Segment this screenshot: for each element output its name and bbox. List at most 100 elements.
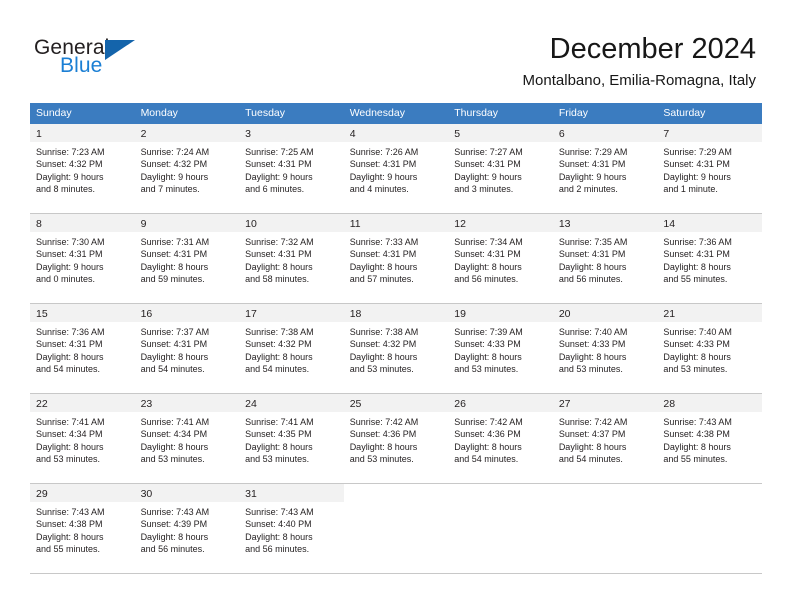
day-number: 24	[245, 398, 257, 410]
daylight-text-line1: Daylight: 8 hours	[36, 531, 104, 542]
daylight-text-line2: and 57 minutes.	[349, 273, 414, 284]
sunrise-text: Sunrise: 7:41 AM	[36, 417, 105, 427]
day-cell[interactable]: 16 Sunrise: 7:37 AM Sunset: 4:31 PM Dayl…	[134, 304, 240, 393]
sunset-text: Sunset: 4:34 PM	[140, 429, 208, 440]
day-cell[interactable]: 18 Sunrise: 7:38 AM Sunset: 4:32 PM Dayl…	[343, 304, 449, 393]
day-cell[interactable]: 14 Sunrise: 7:36 AM Sunset: 4:31 PM Dayl…	[657, 214, 762, 303]
day-cell[interactable]: 25 Sunrise: 7:42 AM Sunset: 4:36 PM Dayl…	[343, 394, 449, 483]
day-number: 12	[454, 218, 466, 230]
day-info: Sunrise: 7:27 AM Sunset: 4:31 PM Dayligh…	[448, 142, 553, 195]
day-cell[interactable]: 17 Sunrise: 7:38 AM Sunset: 4:32 PM Dayl…	[239, 304, 344, 393]
daylight-text-line1: Daylight: 8 hours	[349, 441, 418, 452]
day-cell[interactable]: 20 Sunrise: 7:40 AM Sunset: 4:33 PM Dayl…	[552, 304, 658, 393]
sunset-text: Sunset: 4:31 PM	[349, 249, 417, 260]
sunset-text: Sunset: 4:38 PM	[36, 519, 103, 530]
day-info: Sunrise: 7:23 AM Sunset: 4:32 PM Dayligh…	[30, 142, 135, 195]
day-number-band: 20	[552, 304, 658, 322]
day-cell[interactable]: 24 Sunrise: 7:41 AM Sunset: 4:35 PM Dayl…	[239, 394, 344, 483]
daylight-text-line1: Daylight: 8 hours	[454, 351, 522, 362]
daylight-text-line1: Daylight: 9 hours	[140, 171, 209, 182]
weekday-header-friday: Friday	[558, 107, 588, 119]
daylight-text-line1: Daylight: 8 hours	[140, 351, 209, 362]
day-info: Sunrise: 7:30 AM Sunset: 4:31 PM Dayligh…	[30, 232, 135, 285]
daylight-text-line1: Daylight: 8 hours	[140, 441, 209, 452]
page-title: December 2024	[549, 33, 756, 65]
logo-triangle-icon	[105, 40, 135, 60]
day-cell[interactable]: 19 Sunrise: 7:39 AM Sunset: 4:33 PM Dayl…	[448, 304, 553, 393]
daylight-text-line2: and 55 minutes.	[36, 543, 101, 554]
day-cell-empty	[343, 484, 449, 573]
daylight-text-line1: Daylight: 8 hours	[558, 441, 627, 452]
sunrise-text: Sunrise: 7:38 AM	[245, 327, 314, 337]
daylight-text-line2: and 1 minute.	[663, 183, 718, 194]
daylight-text-line2: and 56 minutes.	[558, 273, 623, 284]
day-cell[interactable]: 21 Sunrise: 7:40 AM Sunset: 4:33 PM Dayl…	[657, 304, 762, 393]
day-number: 22	[36, 398, 48, 410]
day-number: 14	[663, 218, 676, 230]
day-cell[interactable]: 2 Sunrise: 7:24 AM Sunset: 4:32 PM Dayli…	[134, 124, 240, 213]
day-cell[interactable]: 27 Sunrise: 7:42 AM Sunset: 4:37 PM Dayl…	[552, 394, 658, 483]
sunset-text: Sunset: 4:37 PM	[558, 429, 626, 440]
day-info: Sunrise: 7:29 AM Sunset: 4:31 PM Dayligh…	[657, 142, 762, 195]
daylight-text-line1: Daylight: 8 hours	[140, 261, 209, 272]
day-cell-empty	[448, 484, 553, 573]
day-cell[interactable]: 28 Sunrise: 7:43 AM Sunset: 4:38 PM Dayl…	[657, 394, 762, 483]
day-info: Sunrise: 7:33 AM Sunset: 4:31 PM Dayligh…	[344, 232, 449, 285]
day-info: Sunrise: 7:43 AM Sunset: 4:38 PM Dayligh…	[657, 412, 762, 465]
day-cell[interactable]: 13 Sunrise: 7:35 AM Sunset: 4:31 PM Dayl…	[552, 214, 658, 303]
day-cell[interactable]: 22 Sunrise: 7:41 AM Sunset: 4:34 PM Dayl…	[30, 394, 135, 483]
day-info: Sunrise: 7:26 AM Sunset: 4:31 PM Dayligh…	[344, 142, 449, 195]
daylight-text-line2: and 53 minutes.	[36, 453, 101, 464]
day-cell[interactable]: 1 Sunrise: 7:23 AM Sunset: 4:32 PM Dayli…	[30, 124, 135, 213]
day-cell[interactable]: 10 Sunrise: 7:32 AM Sunset: 4:31 PM Dayl…	[239, 214, 344, 303]
day-number: 20	[558, 308, 571, 320]
daylight-text-line1: Daylight: 8 hours	[454, 441, 522, 452]
day-cell[interactable]: 9 Sunrise: 7:31 AM Sunset: 4:31 PM Dayli…	[134, 214, 240, 303]
sunset-text: Sunset: 4:33 PM	[663, 339, 730, 350]
day-number: 21	[663, 308, 676, 320]
day-number-band: 16	[134, 304, 240, 322]
day-cell[interactable]: 3 Sunrise: 7:25 AM Sunset: 4:31 PM Dayli…	[239, 124, 344, 213]
sunset-text: Sunset: 4:32 PM	[349, 339, 417, 350]
daylight-text-line2: and 8 minutes.	[36, 183, 96, 194]
daylight-text-line2: and 56 minutes.	[454, 273, 519, 284]
day-cell[interactable]: 12 Sunrise: 7:34 AM Sunset: 4:31 PM Dayl…	[448, 214, 553, 303]
day-cell[interactable]: 7 Sunrise: 7:29 AM Sunset: 4:31 PM Dayli…	[657, 124, 762, 213]
day-cell[interactable]: 11 Sunrise: 7:33 AM Sunset: 4:31 PM Dayl…	[343, 214, 449, 303]
day-number-band: 29	[30, 484, 135, 502]
day-number: 17	[245, 308, 257, 320]
day-info: Sunrise: 7:36 AM Sunset: 4:31 PM Dayligh…	[657, 232, 762, 285]
daylight-text-line1: Daylight: 8 hours	[140, 531, 209, 542]
sunrise-text: Sunrise: 7:42 AM	[454, 417, 523, 427]
daylight-text-line2: and 53 minutes.	[349, 363, 414, 374]
day-number-band: 1	[30, 124, 135, 142]
day-info: Sunrise: 7:36 AM Sunset: 4:31 PM Dayligh…	[30, 322, 135, 375]
sunrise-text: Sunrise: 7:35 AM	[558, 237, 628, 247]
day-cell[interactable]: 23 Sunrise: 7:41 AM Sunset: 4:34 PM Dayl…	[134, 394, 240, 483]
week-row: 29 Sunrise: 7:43 AM Sunset: 4:38 PM Dayl…	[30, 484, 762, 574]
day-info: Sunrise: 7:38 AM Sunset: 4:32 PM Dayligh…	[344, 322, 449, 375]
day-cell[interactable]: 6 Sunrise: 7:29 AM Sunset: 4:31 PM Dayli…	[552, 124, 658, 213]
sunrise-text: Sunrise: 7:41 AM	[140, 417, 210, 427]
day-cell[interactable]: 26 Sunrise: 7:42 AM Sunset: 4:36 PM Dayl…	[448, 394, 553, 483]
day-cell[interactable]: 29 Sunrise: 7:43 AM Sunset: 4:38 PM Dayl…	[30, 484, 135, 573]
day-cell[interactable]: 15 Sunrise: 7:36 AM Sunset: 4:31 PM Dayl…	[30, 304, 135, 393]
day-cell[interactable]: 30 Sunrise: 7:43 AM Sunset: 4:39 PM Dayl…	[134, 484, 240, 573]
day-cell[interactable]: 5 Sunrise: 7:27 AM Sunset: 4:31 PM Dayli…	[448, 124, 553, 213]
day-number: 16	[140, 308, 153, 320]
sunrise-text: Sunrise: 7:26 AM	[349, 147, 419, 157]
day-cell[interactable]: 4 Sunrise: 7:26 AM Sunset: 4:31 PM Dayli…	[343, 124, 449, 213]
daylight-text-line2: and 53 minutes.	[454, 363, 519, 374]
day-cell[interactable]: 31 Sunrise: 7:43 AM Sunset: 4:40 PM Dayl…	[239, 484, 344, 573]
sunset-text: Sunset: 4:32 PM	[245, 339, 312, 350]
sunrise-text: Sunrise: 7:29 AM	[558, 147, 628, 157]
sunset-text: Sunset: 4:31 PM	[454, 159, 521, 170]
day-number-band	[448, 484, 553, 502]
day-number-band: 3	[239, 124, 344, 142]
day-number: 30	[140, 488, 153, 500]
sunrise-text: Sunrise: 7:43 AM	[36, 507, 105, 517]
daylight-text-line1: Daylight: 8 hours	[663, 441, 731, 452]
sunrise-text: Sunrise: 7:33 AM	[349, 237, 419, 247]
day-cell[interactable]: 8 Sunrise: 7:30 AM Sunset: 4:31 PM Dayli…	[30, 214, 135, 303]
generalblue-logo[interactable]: General Blue	[34, 36, 184, 84]
